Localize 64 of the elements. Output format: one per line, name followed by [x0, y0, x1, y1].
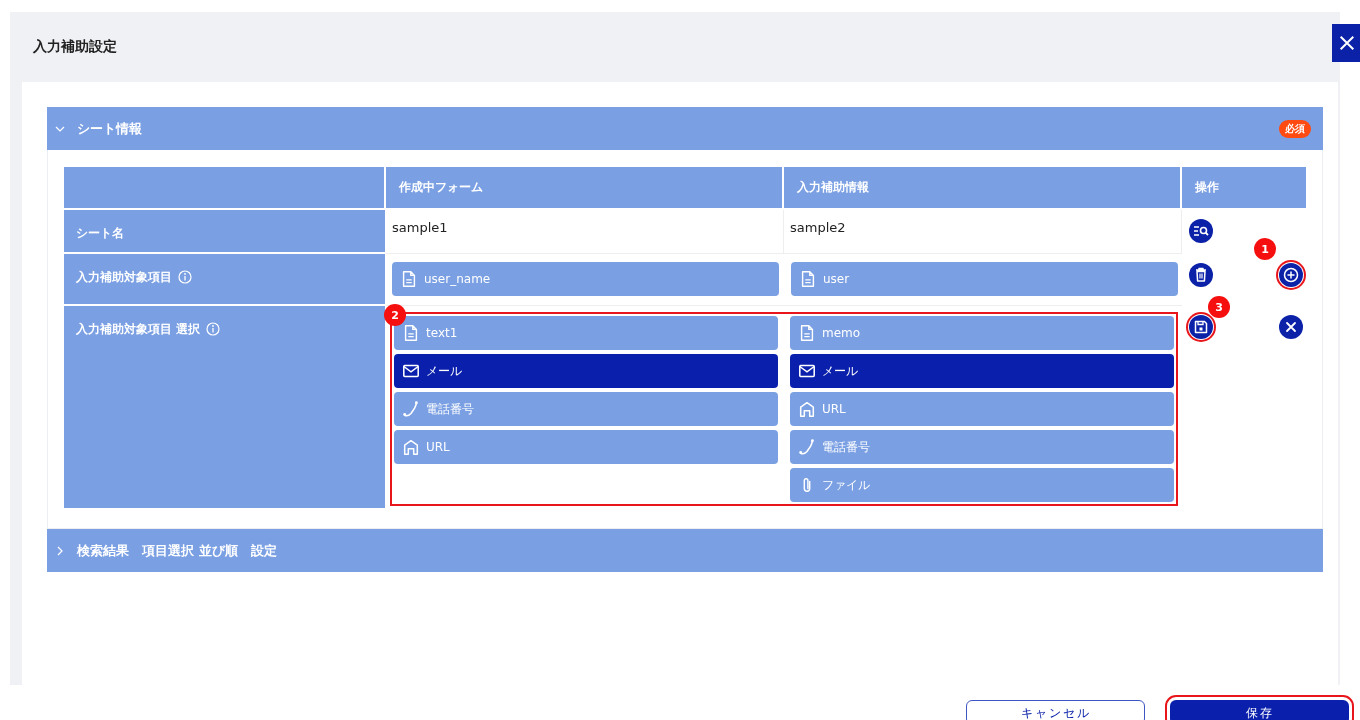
field-label: user_name [424, 272, 491, 286]
cancel-button[interactable]: キャンセル [966, 700, 1145, 720]
phone-icon [402, 400, 420, 418]
field-item[interactable]: ファイル [790, 468, 1174, 502]
info-icon [206, 322, 221, 336]
table-cell: sample1 [386, 210, 784, 254]
envelope-icon [402, 362, 420, 380]
field-label: URL [426, 440, 450, 454]
envelope-icon [798, 362, 816, 380]
field-item[interactable]: 電話番号 [790, 430, 1174, 464]
close-button[interactable] [1278, 314, 1304, 340]
field-item[interactable]: memo [790, 316, 1174, 350]
section-title: シート情報 [77, 119, 143, 138]
field-label: 電話番号 [426, 400, 474, 418]
dialog-title: 入力補助設定 [32, 37, 118, 56]
section-title: 検索結果 項目選択 並び順 設定 [77, 541, 278, 560]
column-header: 作成中フォーム [386, 167, 784, 210]
chevron-right-icon [55, 545, 65, 556]
document-icon [402, 324, 420, 342]
callout-number: 2 [384, 304, 406, 326]
field-label: URL [822, 402, 846, 416]
document-icon [799, 270, 817, 288]
close-icon [1338, 34, 1356, 52]
trash-icon [1189, 263, 1213, 287]
search-list-button[interactable] [1188, 218, 1214, 244]
section-header[interactable]: シート情報 必須 [47, 107, 1323, 150]
field-item[interactable]: URL [790, 392, 1174, 426]
document-icon [400, 270, 418, 288]
close-icon [1279, 315, 1303, 339]
info-icon [178, 270, 192, 284]
add-button[interactable] [1278, 262, 1304, 288]
field-label: memo [822, 326, 861, 340]
field-item[interactable]: 電話番号 [394, 392, 778, 426]
section-header[interactable]: 検索結果 項目選択 並び順 設定 [47, 529, 1323, 572]
field-item[interactable]: メール [394, 354, 778, 388]
add-icon [1279, 263, 1303, 287]
callout-number: 3 [1208, 296, 1230, 318]
column-header: 入力補助情報 [784, 167, 1182, 210]
field-label: user [823, 272, 850, 286]
column-header: 操作 [1182, 167, 1308, 210]
field-label: 電話番号 [822, 438, 870, 456]
field-item[interactable]: user [791, 262, 1178, 296]
field-item[interactable]: user_name [392, 262, 779, 296]
row-label: シート名 [76, 225, 124, 241]
document-icon [798, 324, 816, 342]
phone-icon [798, 438, 816, 456]
required-badge: 必須 [1279, 119, 1311, 138]
home-icon [402, 438, 420, 456]
floppy-disk-button[interactable] [1188, 314, 1214, 340]
field-item[interactable]: URL [394, 430, 778, 464]
trash-button[interactable] [1188, 262, 1214, 288]
floppy-disk-icon [1189, 315, 1213, 339]
row-label: 入力補助対象項目 [76, 269, 172, 285]
field-label: メール [426, 362, 462, 380]
field-label: text1 [426, 326, 458, 340]
field-item[interactable]: メール [790, 354, 1174, 388]
callout-number: 1 [1254, 238, 1276, 260]
close-button[interactable] [1332, 24, 1360, 62]
row-label: 入力補助対象項目 選択 [76, 321, 201, 337]
field-label: ファイル [822, 476, 870, 494]
table-cell: sample2 [784, 210, 1182, 254]
search-list-icon [1189, 219, 1213, 243]
home-icon [798, 400, 816, 418]
field-label: メール [822, 362, 858, 380]
